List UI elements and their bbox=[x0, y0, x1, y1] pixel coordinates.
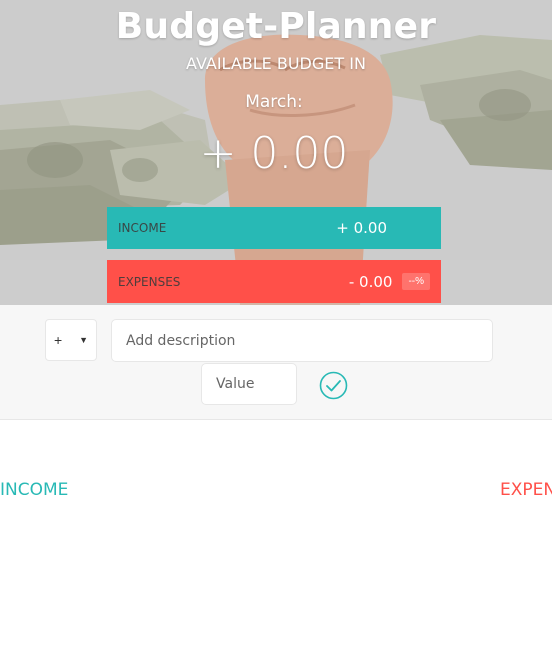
add-item-form: + ▼ bbox=[0, 305, 552, 420]
description-input[interactable] bbox=[111, 319, 493, 362]
income-summary: INCOME + 0.00 bbox=[107, 207, 441, 249]
type-select-value: + bbox=[54, 332, 63, 348]
type-select[interactable]: + ▼ bbox=[45, 319, 97, 361]
add-item-button[interactable] bbox=[319, 371, 348, 400]
value-input[interactable] bbox=[201, 363, 297, 405]
income-summary-label: INCOME bbox=[118, 221, 167, 235]
income-list-title: INCOME bbox=[0, 480, 69, 500]
budget-subtitle: AVAILABLE BUDGET IN bbox=[186, 54, 366, 73]
budget-header: Budget-Planner AVAILABLE BUDGET IN March… bbox=[0, 0, 552, 305]
expenses-list-title: EXPENSES bbox=[500, 480, 552, 500]
caret-down-icon: ▼ bbox=[79, 335, 88, 345]
app-title: Budget-Planner bbox=[115, 6, 437, 47]
expenses-percentage-badge: --% bbox=[402, 273, 430, 290]
expenses-summary-value: - 0.00 bbox=[348, 272, 393, 291]
budget-month: March: bbox=[245, 92, 303, 112]
available-budget-value: + 0.00 bbox=[199, 128, 349, 179]
income-summary-value: + 0.00 bbox=[336, 219, 387, 237]
check-circle-icon bbox=[319, 371, 348, 400]
expenses-summary: EXPENSES - 0.00 --% bbox=[107, 260, 441, 303]
expenses-summary-label: EXPENSES bbox=[118, 274, 181, 289]
